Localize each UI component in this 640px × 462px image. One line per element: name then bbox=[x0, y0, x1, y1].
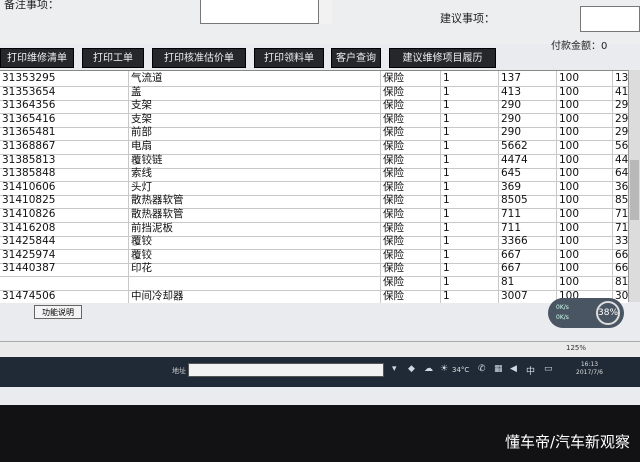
address-label: 地址 bbox=[172, 367, 186, 375]
language-icon[interactable]: 中 bbox=[526, 364, 535, 377]
status-bar: 125% bbox=[0, 341, 640, 356]
print-repair-list-button[interactable]: 打印维修清单 bbox=[0, 48, 74, 68]
monitor-bezel: 懂车帝/汽车新观察 bbox=[0, 405, 640, 462]
volume-icon[interactable]: ◀ bbox=[510, 364, 517, 374]
download-speed: 0K/s bbox=[556, 314, 569, 321]
remark-label: 备注事项： bbox=[4, 0, 59, 11]
parts-table: 31353295气流道保险113710013731353654盖保险141310… bbox=[0, 70, 628, 303]
remark-scrollbar[interactable] bbox=[318, 0, 332, 24]
print-work-order-button[interactable]: 打印工单 bbox=[82, 48, 144, 68]
security-icon[interactable]: ◆ bbox=[408, 364, 415, 374]
upload-speed: 0K/s bbox=[556, 304, 569, 311]
battery-icon[interactable]: ▭ bbox=[544, 364, 553, 374]
network-icon[interactable]: ▦ bbox=[494, 364, 503, 374]
remark-textarea[interactable] bbox=[200, 0, 332, 24]
network-monitor-widget: 0K/s 0K/s 38% bbox=[548, 298, 624, 328]
customer-query-button[interactable]: 客户查询 bbox=[331, 48, 381, 68]
print-estimate-button[interactable]: 打印核准估价单 bbox=[152, 48, 246, 68]
windows-taskbar: 地址 ▾ ◆ ☁ ☀ 34°C ✆ ▦ ◀ 中 ▭ 16:13 2017/7/6 bbox=[0, 357, 640, 387]
watermark-text: 懂车帝/汽车新观察 bbox=[504, 433, 630, 451]
cpu-usage: 38% bbox=[596, 301, 620, 325]
function-help-button[interactable]: 功能说明 bbox=[34, 305, 82, 319]
suggested-repair-history-button[interactable]: 建议维修项目履历 bbox=[389, 48, 496, 68]
suggest-textarea[interactable] bbox=[580, 6, 640, 32]
table-scrollbar[interactable] bbox=[628, 70, 640, 302]
table-row[interactable]: 31474506中间冷却器保险130071003007 bbox=[0, 288, 628, 303]
clock-time: 16:13 bbox=[580, 361, 599, 368]
cell-unit-price: 3007 bbox=[498, 288, 556, 303]
cloud-icon[interactable]: ☁ bbox=[424, 364, 433, 374]
zoom-level[interactable]: 125% bbox=[566, 344, 586, 352]
cell-part-name: 中间冷却器 bbox=[128, 288, 380, 303]
system-clock[interactable]: 16:13 2017/7/6 bbox=[576, 361, 603, 377]
suggest-label: 建议事项： bbox=[440, 12, 495, 25]
weather-icon[interactable]: ☀ bbox=[440, 364, 448, 374]
scrollbar-thumb[interactable] bbox=[630, 160, 639, 220]
phone-icon[interactable]: ✆ bbox=[478, 364, 486, 374]
order-form-header: 备注事项： 建议事项： 付款金额：0 bbox=[0, 0, 640, 52]
dropdown-arrow-icon[interactable]: ▾ bbox=[392, 364, 397, 374]
temperature-readout: 34°C bbox=[452, 366, 470, 374]
clock-date: 2017/7/6 bbox=[576, 369, 603, 376]
application-window: 备注事项： 建议事项： 付款金额：0 打印维修清单 打印工单 打印核准估价单 打… bbox=[0, 0, 640, 405]
cell-charge-type: 保险 bbox=[380, 288, 440, 303]
cell-quantity: 1 bbox=[440, 288, 498, 303]
cell-part-code: 31474506 bbox=[2, 289, 56, 302]
address-input[interactable] bbox=[188, 363, 384, 377]
print-material-button[interactable]: 打印领料单 bbox=[254, 48, 324, 68]
